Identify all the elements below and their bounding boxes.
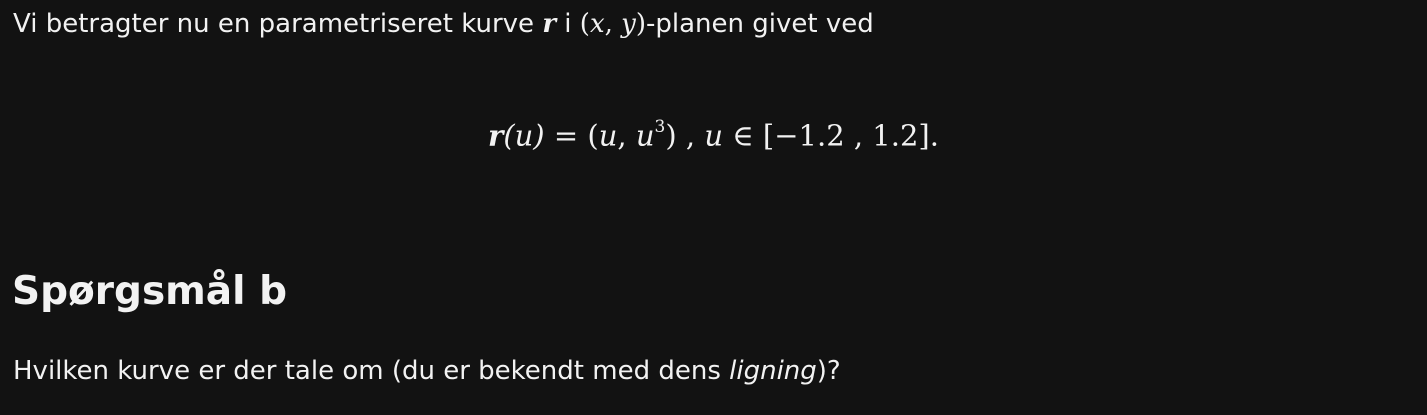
plane-y-symbol: y bbox=[621, 9, 636, 39]
plane-open-paren: ( bbox=[579, 9, 590, 39]
parametric-equation: r(u) = (u, u3) , u ∈ [−1.2 , 1.2]. bbox=[0, 106, 1427, 160]
equation-u-cubed-base: u bbox=[635, 118, 655, 153]
intro-paragraph: Vi betragter nu en parametriseret kurve … bbox=[13, 4, 874, 44]
equation-equals: = bbox=[553, 118, 579, 153]
vector-r-symbol: r bbox=[542, 9, 557, 39]
equation-exponent: 3 bbox=[654, 117, 666, 137]
equation-open-paren: ( bbox=[587, 118, 599, 153]
equation-u: u bbox=[598, 118, 618, 153]
intro-text-before: Vi betragter nu en parametriseret kurve bbox=[13, 9, 535, 39]
equation-close-paren: ) bbox=[665, 118, 677, 153]
question-text-before: Hvilken kurve er der tale om (du er beke… bbox=[13, 356, 721, 386]
question-text: Hvilken kurve er der tale om (du er beke… bbox=[13, 351, 841, 391]
intro-text-after: -planen givet ved bbox=[646, 9, 874, 39]
equation-vector-r: r bbox=[488, 118, 504, 153]
section-heading: Spørgsmål b bbox=[12, 269, 287, 314]
equation-interval: [−1.2 , 1.2]. bbox=[762, 118, 939, 153]
question-text-after: )? bbox=[816, 356, 841, 386]
plane-close-paren: ) bbox=[635, 9, 646, 39]
element-of-symbol: ∈ bbox=[732, 118, 754, 153]
intro-text-between: i bbox=[564, 9, 572, 39]
equation-param: u bbox=[704, 118, 724, 153]
equation-arg: (u) bbox=[503, 118, 545, 153]
question-emphasis: ligning bbox=[729, 356, 817, 386]
equation-separator: , bbox=[685, 118, 696, 153]
equation-comma: , bbox=[617, 118, 627, 153]
plane-x-symbol: x bbox=[589, 9, 605, 39]
plane-comma: , bbox=[604, 9, 613, 39]
